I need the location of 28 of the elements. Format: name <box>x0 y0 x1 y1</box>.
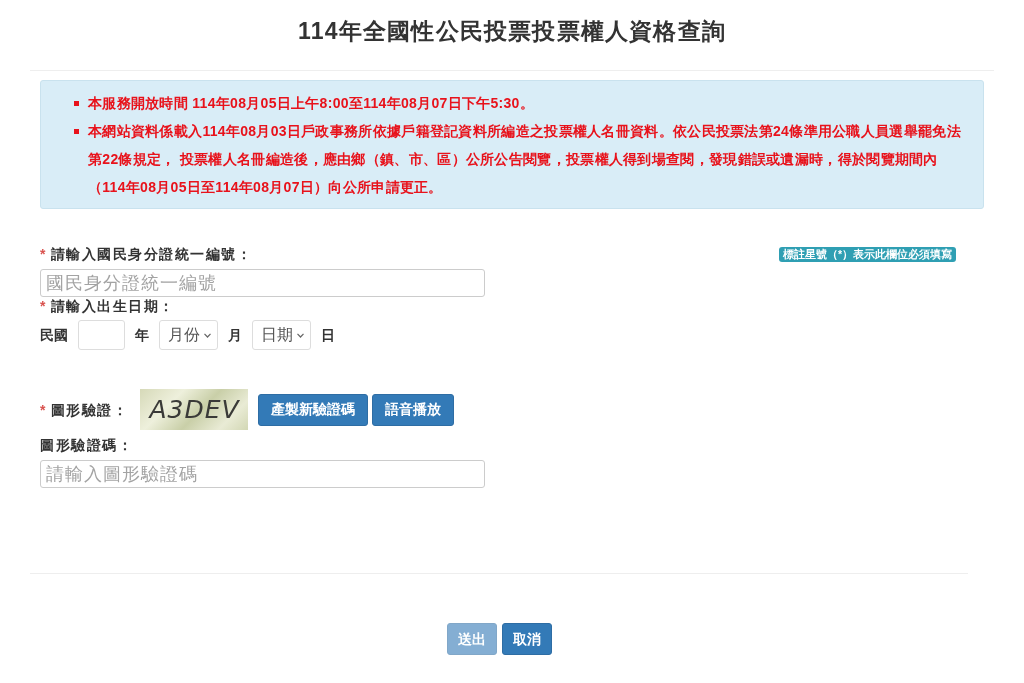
field-label: 圖形驗證碼： <box>40 436 133 454</box>
bullet-icon <box>74 101 79 106</box>
id-number-field[interactable]: 國民身分證統一編號 <box>40 269 485 297</box>
unit-label: 年 <box>135 325 149 345</box>
year-field[interactable] <box>78 320 125 350</box>
captcha-button[interactable]: 產製新驗證碼 <box>258 393 369 426</box>
required-mark: * <box>40 297 47 315</box>
required-mark: * <box>40 400 47 419</box>
required-mark: * <box>40 245 47 263</box>
action-button[interactable]: 取消 <box>501 623 552 655</box>
caret-icon <box>204 332 211 338</box>
captcha-button[interactable]: 語音播放 <box>372 393 455 426</box>
field-label: 請輸入國民身分證統一編號： <box>50 245 253 263</box>
page-title: 114年全國性公民投票投票權人資格查詢 <box>298 17 726 46</box>
field-label: 圖形驗證： <box>50 400 129 419</box>
month-select[interactable]: 月份 <box>159 320 218 350</box>
required-note-badge: 標註星號（*）表示此欄位必須填寫 <box>778 246 956 262</box>
caret-icon <box>297 332 304 338</box>
day-select[interactable]: 日期 <box>252 320 311 350</box>
bullet-icon <box>74 129 79 134</box>
notice-text: 本服務開放時間 114年08月05日上午8:00至114年08月07日下午5:30。 <box>88 94 534 113</box>
era-label: 民國 <box>40 325 68 345</box>
unit-label: 日 <box>321 325 335 345</box>
captcha-image: A3DEV <box>140 389 249 430</box>
captcha-field[interactable]: 請輸入圖形驗證碼 <box>40 460 485 488</box>
field-label: 請輸入出生日期： <box>50 297 175 315</box>
notice-text: 本網站資料係載入114年08月03日戶政事務所依據戶籍登記資料所編造之投票權人名冊資料。依公民投票法第24條準用公職人員選舉罷免法第22條規定， 投票權人名冊編造後，應由鄉（鎮、市、區）公所公告閱覽，投票權人得到場查閱，發現錯誤或遺漏時，得於閱覽期間內（114年08月05日至114年08月07日）向公所申請更正。 <box>88 122 962 197</box>
unit-label: 月 <box>228 325 242 345</box>
